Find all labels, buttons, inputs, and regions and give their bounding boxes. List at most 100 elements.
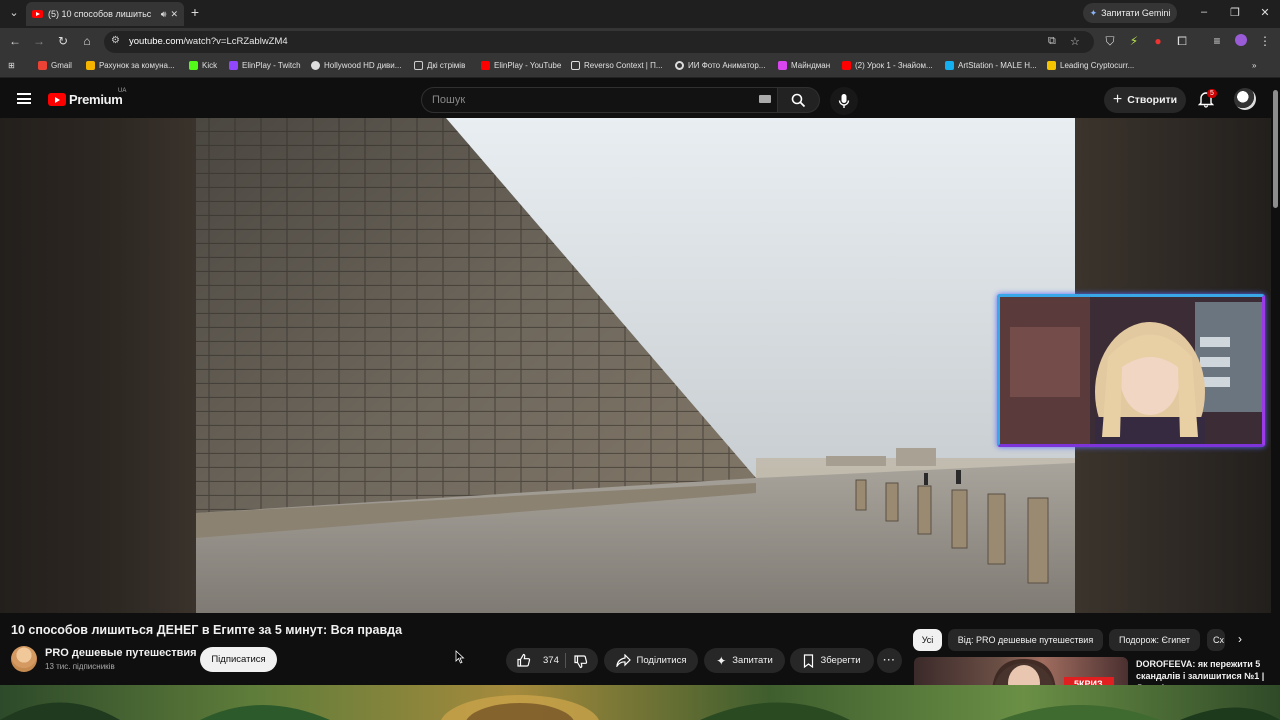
channel-name[interactable]: PRO дешевые путешествия (45, 647, 197, 659)
youtube-logo-icon (48, 93, 66, 106)
mouse-cursor-icon (455, 650, 465, 669)
bookmark-streams-folder[interactable]: Дкі стрімів (414, 61, 465, 70)
apps-grid-icon[interactable]: ⊞ (8, 61, 15, 70)
bookmark-gmail[interactable]: Gmail (38, 61, 72, 70)
bookmark-elinplay-youtube[interactable]: ElinPlay - YouTube (481, 61, 561, 70)
ask-button[interactable]: ✦ Запитати (704, 648, 785, 673)
bookmark-mindman[interactable]: Майндман (778, 61, 830, 70)
save-button[interactable]: Зберегти (790, 648, 874, 673)
more-dots-icon: ··· (883, 655, 896, 666)
bookmark-twitch[interactable]: ElinPlay - Twitch (229, 61, 301, 70)
create-button[interactable]: + Створити (1104, 87, 1186, 113)
chip-from-channel[interactable]: Від: PRO дешевые путешествия (948, 629, 1103, 651)
search-icon (791, 93, 806, 108)
window-close-icon[interactable]: ✕ (1257, 6, 1273, 19)
browser-toolbar: ← → ↻ ⌂ ⚙︎ youtube.com/watch?v=LcRZablwZ… (0, 28, 1280, 56)
house-icon (86, 61, 95, 70)
video-title: 10 способов лишиться ДЕНЕГ в Египте за 5… (11, 623, 403, 637)
pyramid-scene-image (196, 118, 1075, 613)
tab-strip: ⌄ (5) 10 способов лишитьс 🔊︎ ✕ + ✦ Запит… (0, 0, 1280, 28)
youtube-icon (842, 61, 851, 70)
youtube-premium-logo[interactable]: Premium UA (48, 88, 126, 107)
maximize-icon[interactable]: ❐ (1227, 6, 1243, 19)
bookmark-kick[interactable]: Kick (189, 61, 217, 70)
extensions-icon[interactable]: ⧠ (1174, 34, 1190, 49)
gmail-icon (38, 61, 47, 70)
forward-icon[interactable]: → (31, 34, 47, 48)
bookmark-reverso[interactable]: Reverso Context | П... (571, 61, 663, 70)
region-label: UA (118, 88, 127, 94)
more-bookmarks-icon[interactable]: » (1252, 61, 1256, 70)
reload-icon[interactable]: ↻ (55, 34, 71, 48)
home-icon[interactable]: ⌂ (79, 34, 95, 48)
media-controls-icon[interactable]: ≡ (1209, 34, 1225, 48)
bookmark-artstation[interactable]: ArtStation - MALE H... (945, 61, 1037, 70)
dislike-button[interactable] (573, 654, 594, 672)
ask-gemini-button[interactable]: ✦ Запитати Gemini (1083, 3, 1177, 23)
thumbs-up-icon (517, 653, 531, 667)
bookmark-icon (804, 653, 814, 668)
save-label: Зберегти (820, 655, 861, 666)
webcam-image (1000, 297, 1262, 444)
back-icon[interactable]: ← (7, 34, 23, 48)
bookmark-bill[interactable]: Рахунок за комуна... (86, 61, 175, 70)
scrollbar-thumb[interactable] (1273, 90, 1278, 208)
streamer-webcam-overlay (997, 294, 1265, 447)
subscriber-count: 13 тис. підписників (45, 662, 115, 671)
chip-travel-egypt[interactable]: Подорож: Єгипет (1109, 629, 1200, 651)
globe-icon (311, 61, 320, 70)
close-tab-icon[interactable]: ✕ (170, 9, 178, 20)
search-button[interactable] (778, 87, 820, 113)
logo-text: Premium (69, 92, 123, 107)
folder-icon (414, 61, 423, 70)
share-button[interactable]: Поділитися (604, 648, 698, 673)
browser-tab[interactable]: (5) 10 способов лишитьс 🔊︎ ✕ (26, 2, 184, 26)
search-placeholder: Пошук (432, 94, 466, 106)
bookmark-crypto[interactable]: Leading Cryptocurr... (1047, 61, 1134, 70)
chip-all[interactable]: Усі (913, 629, 942, 651)
stream-overlay-border (0, 685, 1280, 720)
record-extension-icon[interactable]: ● (1150, 34, 1166, 48)
account-avatar[interactable] (1234, 88, 1256, 110)
share-icon (615, 654, 631, 667)
channel-avatar[interactable] (11, 646, 37, 672)
menu-kebab-icon[interactable]: ⋮ (1257, 34, 1273, 48)
more-actions-button[interactable]: ··· (877, 648, 902, 673)
jungle-border-image (0, 695, 1280, 720)
reverso-icon (571, 61, 580, 70)
subscribe-button[interactable]: Підписатися (200, 647, 277, 672)
address-bar[interactable]: ⚙︎ youtube.com/watch?v=LcRZablwZM4 ⧉ ☆ (104, 31, 1094, 53)
site-info-icon[interactable]: ⚙︎ (111, 35, 120, 46)
like-dislike-group: 374 (506, 648, 598, 673)
bookmark-ai-photo[interactable]: ИИ Фото Аниматор... (675, 61, 765, 70)
twitch-icon (229, 61, 238, 70)
bookmark-star-icon[interactable]: ☆ (1070, 35, 1080, 48)
minimize-icon[interactable]: – (1196, 6, 1212, 18)
speaker-icon[interactable]: 🔊︎ (161, 9, 167, 20)
shield-extension-icon[interactable]: ⛉ (1102, 34, 1118, 49)
menu-icon[interactable] (17, 93, 31, 104)
bookmark-lesson[interactable]: (2) Урок 1 - Знайом... (842, 61, 933, 70)
thumbs-down-icon (574, 655, 588, 669)
bookmarks-bar: ⊞ Gmail Рахунок за комуна... Kick ElinPl… (0, 56, 1280, 78)
share-label: Поділитися (636, 655, 687, 666)
notification-count-badge: 5 (1207, 89, 1217, 98)
search-input[interactable]: Пошук (421, 87, 778, 113)
new-tab-icon[interactable]: + (187, 4, 203, 20)
sparkle-icon: ✦ (716, 653, 727, 668)
install-app-icon[interactable]: ⧉ (1048, 35, 1056, 48)
bolt-extension-icon[interactable]: ⚡︎ (1126, 34, 1142, 48)
ask-label: Запитати (732, 655, 773, 666)
tab-search-icon[interactable]: ⌄ (6, 6, 22, 19)
chip-partial[interactable]: Сх (1207, 629, 1225, 651)
coin-icon (1047, 61, 1056, 70)
m-icon (778, 61, 787, 70)
profile-icon[interactable] (1233, 34, 1249, 49)
gemini-label: Запитати Gemini (1101, 8, 1171, 18)
like-button[interactable]: 374 (516, 653, 559, 668)
chevron-right-icon[interactable]: › (1238, 632, 1242, 646)
voice-search-button[interactable] (830, 87, 858, 115)
like-count: 374 (543, 655, 559, 666)
bookmark-hollywood[interactable]: Hollywood HD диви... (311, 61, 401, 70)
keyboard-icon[interactable] (759, 95, 771, 103)
